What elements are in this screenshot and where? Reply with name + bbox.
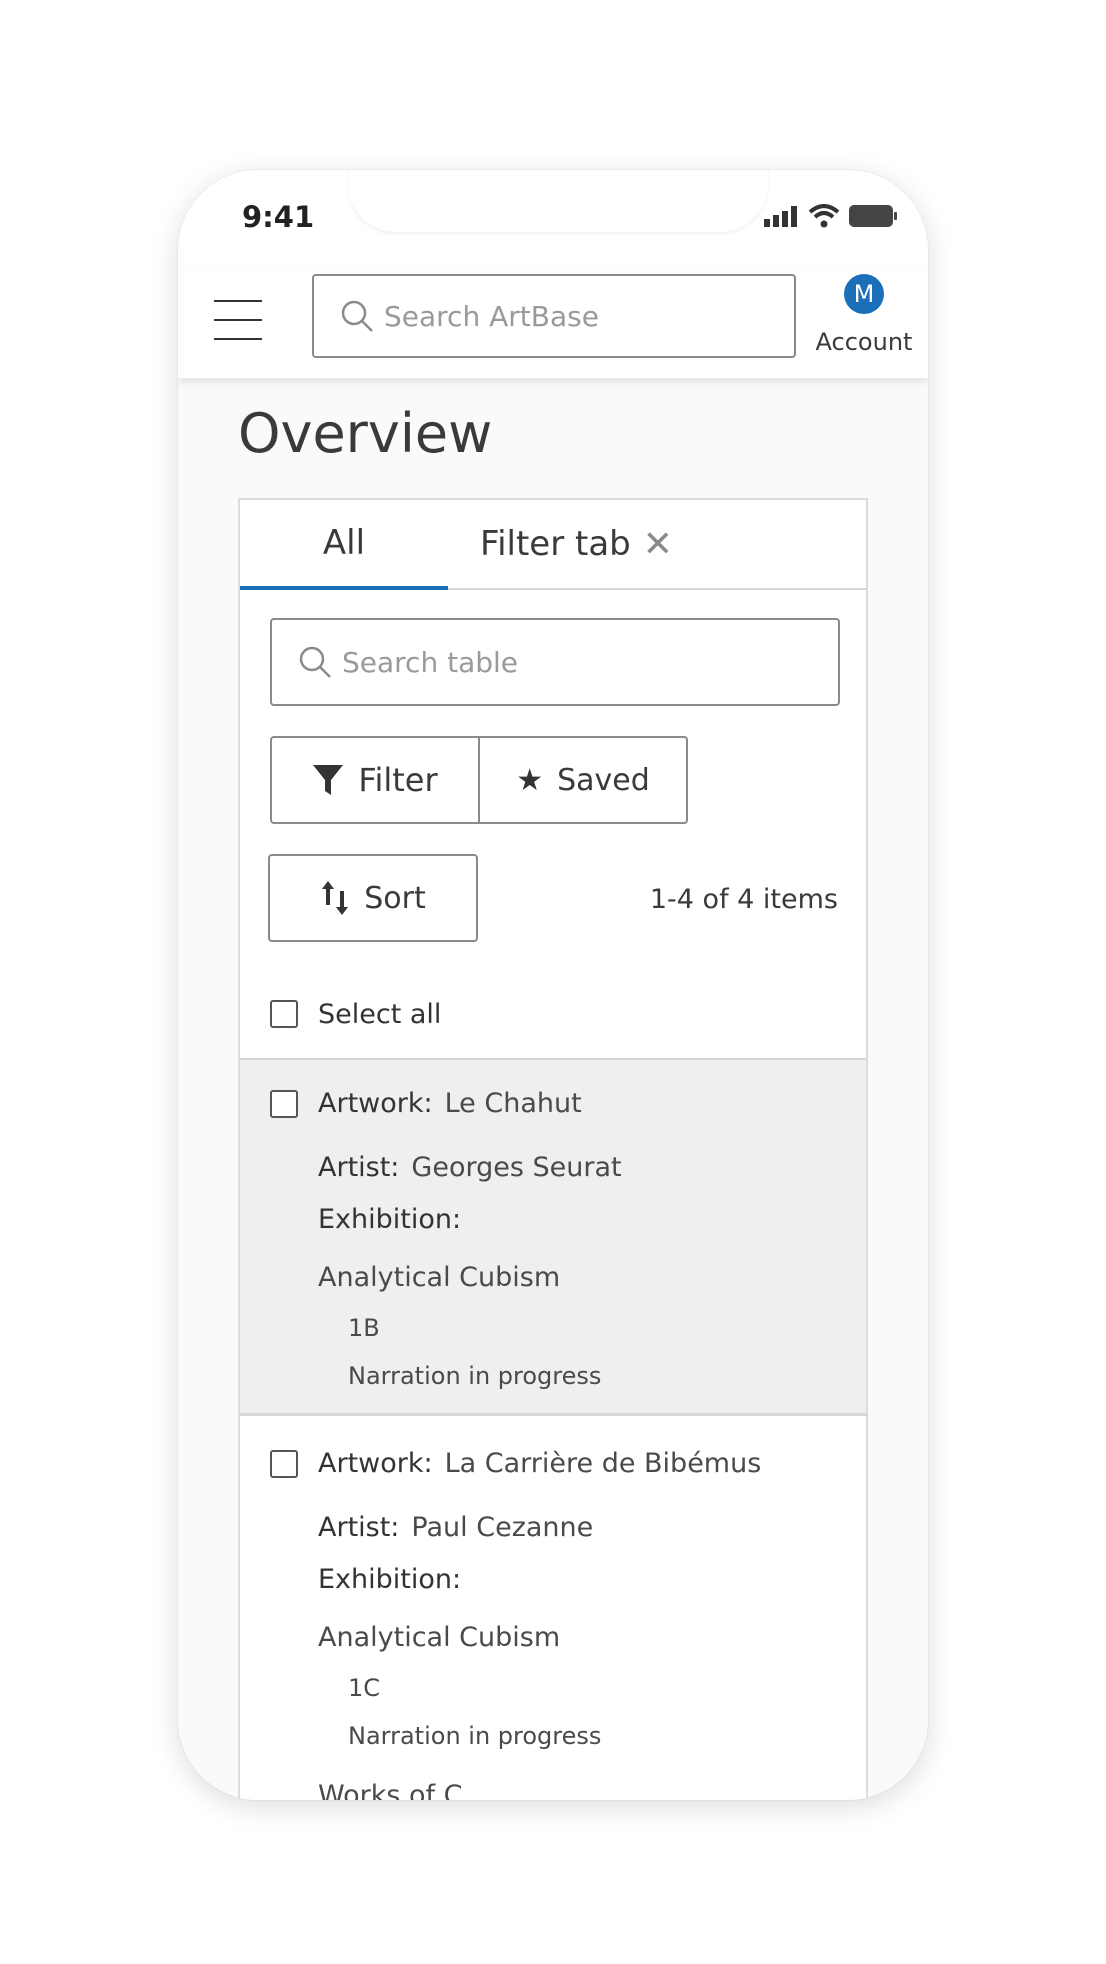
table-search-input[interactable]: Search table (270, 618, 840, 706)
artist-field: Artist: Paul Cezanne (318, 1512, 593, 1543)
exhibition-code: 1B (348, 1314, 380, 1342)
app-header: Search ArtBase M Account (178, 270, 928, 378)
search-icon (299, 646, 331, 678)
tab-bar: All Filter tab ✕ (240, 500, 866, 590)
star-icon: ★ (516, 762, 544, 798)
table-search-placeholder: Search table (342, 645, 519, 679)
artwork-field: Artwork: La Carrière de Bibémus (318, 1448, 761, 1479)
search-icon (341, 300, 373, 332)
artbase-search-input[interactable]: Search ArtBase (312, 274, 796, 358)
artist-value: Paul Cezanne (411, 1512, 594, 1543)
tab-all[interactable]: All (240, 500, 448, 590)
filter-button-label: Filter (358, 761, 438, 799)
wifi-icon (808, 204, 840, 228)
hamburger-menu-icon[interactable] (214, 300, 264, 342)
row-checkbox[interactable] (270, 1450, 298, 1478)
saved-button[interactable]: ★ Saved (478, 736, 688, 824)
status-time: 9:41 (242, 200, 315, 234)
row-checkbox[interactable] (270, 1090, 298, 1118)
notch (348, 170, 768, 232)
sort-button[interactable]: Sort (268, 854, 478, 942)
artwork-value: La Carrière de Bibémus (444, 1448, 762, 1479)
select-all-checkbox[interactable] (270, 1000, 298, 1028)
artist-field: Artist: Georges Seurat (318, 1152, 622, 1183)
artwork-value: Le Chahut (444, 1088, 582, 1119)
list-item[interactable]: Artwork: Le Chahut Artist: Georges Seurat … (240, 1058, 866, 1416)
battery-icon (849, 205, 897, 227)
account-label: Account (815, 328, 913, 356)
status-icons (764, 204, 898, 228)
avatar: M (844, 274, 884, 314)
tab-all-label: All (322, 523, 366, 563)
select-all-row[interactable]: Select all (240, 970, 866, 1058)
filter-button[interactable]: Filter (270, 736, 480, 824)
exhibition-value: Analytical Cubism (318, 1262, 561, 1293)
artbase-search-placeholder: Search ArtBase (384, 299, 599, 333)
signal-icon (764, 206, 797, 227)
exhibition-label: Exhibition: (318, 1204, 462, 1235)
artwork-field: Artwork: Le Chahut (318, 1088, 582, 1119)
account-button[interactable]: M Account (814, 274, 914, 356)
tab-filter-label: Filter tab (480, 524, 631, 564)
phone-frame: 9:41 Search ArtBase M Account Overview A… (178, 170, 928, 1800)
narration-status: Narration in progress (348, 1362, 602, 1390)
list-item[interactable]: Artwork: La Carrière de Bibémus Artist: Pa… (240, 1420, 866, 1778)
narration-status: Narration in progress (348, 1722, 602, 1750)
exhibition-label: Exhibition: (318, 1564, 462, 1595)
artist-label: Artist: (318, 1152, 400, 1183)
exhibition-value: Analytical Cubism (318, 1622, 561, 1653)
cut-off-text: Works of C... (318, 1780, 489, 1800)
table-panel: All Filter tab ✕ Search table Filter ★ S… (238, 498, 868, 1800)
filter-funnel-icon (313, 765, 344, 795)
item-count: 1-4 of 4 items (649, 884, 838, 915)
sort-arrows-icon (322, 881, 349, 915)
exhibition-code: 1C (348, 1674, 381, 1702)
close-icon[interactable]: ✕ (643, 524, 673, 565)
artist-label: Artist: (318, 1512, 400, 1543)
saved-button-label: Saved (557, 762, 650, 798)
sort-button-label: Sort (364, 880, 426, 916)
page-title: Overview (238, 402, 493, 465)
tab-filter[interactable]: Filter tab ✕ (480, 500, 673, 588)
artwork-label: Artwork: (318, 1088, 433, 1119)
select-all-label: Select all (318, 998, 442, 1030)
artwork-label: Artwork: (318, 1448, 433, 1479)
artist-value: Georges Seurat (411, 1152, 622, 1183)
